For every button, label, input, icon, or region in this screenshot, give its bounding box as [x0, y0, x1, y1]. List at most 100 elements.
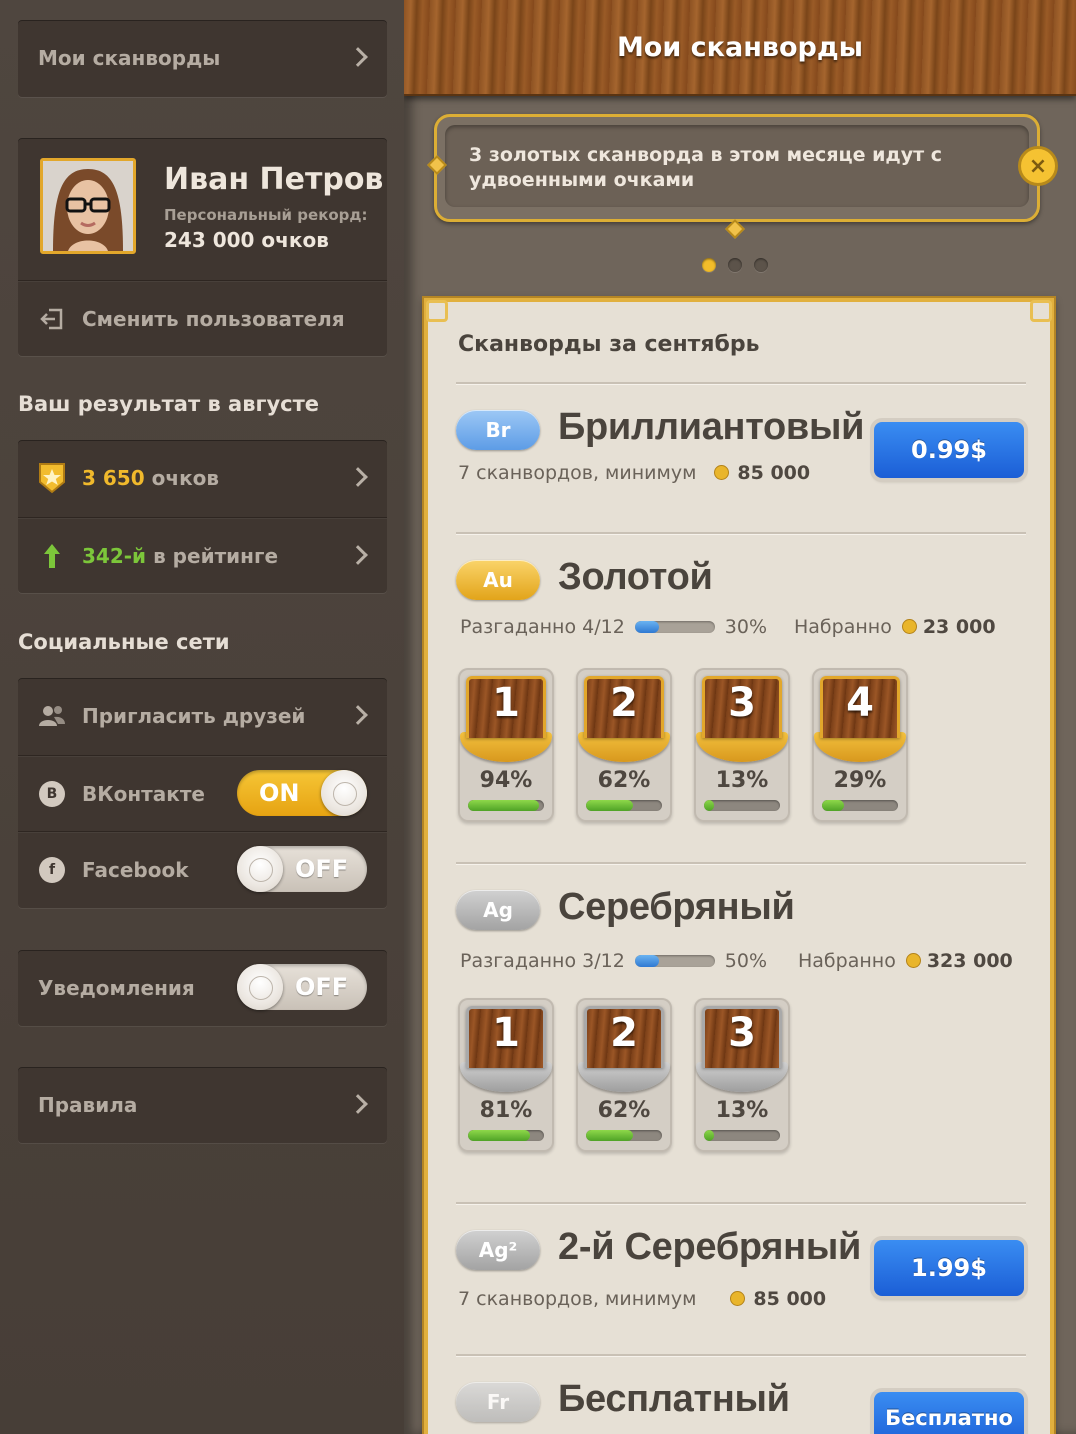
earned-label: Набранно	[798, 950, 896, 972]
plaque-icon: 4	[814, 676, 906, 762]
gold-progress: Разгаданно 4/12 30%	[460, 616, 767, 638]
tier-name: Серебряный	[558, 886, 795, 928]
switch-user-label: Сменить пользователя	[82, 306, 345, 331]
august-heading: Ваш результат в августе	[18, 392, 320, 416]
free-button[interactable]: Бесплатно	[874, 1392, 1024, 1434]
facebook-toggle[interactable]: OFF	[237, 845, 367, 892]
progress-bar-fill	[634, 621, 659, 633]
tile-progress-fill	[704, 1130, 714, 1141]
chevron-right-icon	[348, 467, 368, 487]
earned-label: Набранно	[794, 616, 892, 638]
solved-count: 3/12	[582, 950, 625, 972]
scanword-tile[interactable]: 4 29%	[812, 668, 908, 822]
tile-progress-fill	[468, 800, 540, 811]
tile-number: 4	[846, 680, 874, 726]
rating-row[interactable]: 342-й в рейтинге	[18, 517, 387, 593]
my-scanwords-block: Мои сканворды	[18, 20, 387, 97]
card-title: Сканворды за сентябрь	[458, 332, 760, 357]
notifications-toggle-state: OFF	[295, 973, 349, 1001]
points-value: 3 650	[82, 466, 145, 490]
promo-banner[interactable]: 3 золотых сканворда в этом месяце идут с…	[434, 114, 1040, 222]
silver-earned: Набранно 323 000	[798, 950, 1013, 972]
tile-progress-bar	[586, 800, 662, 811]
tier-name: Бесплатный	[558, 1378, 790, 1420]
pager-dot[interactable]	[728, 258, 742, 272]
points-unit: очков	[151, 466, 220, 490]
tier-name: 2-й Серебряный	[558, 1226, 862, 1268]
record-label: Персональный рекорд:	[164, 206, 368, 224]
tile-percent: 62%	[597, 768, 651, 793]
notifications-toggle[interactable]: OFF	[237, 964, 367, 1010]
top-bar: Мои сканворды	[404, 0, 1076, 96]
tier-name: Бриллиантовый	[558, 406, 865, 448]
solved-count: 4/12	[582, 616, 625, 638]
divider	[456, 382, 1026, 384]
people-icon	[38, 705, 66, 727]
tile-number: 1	[492, 1010, 520, 1056]
plaque-icon: 2	[578, 676, 670, 762]
user-name: Иван Петров	[164, 162, 384, 197]
main-panel: Мои сканворды 3 золотых сканворда в этом…	[404, 0, 1076, 1434]
tile-progress-bar	[586, 1130, 662, 1141]
scanword-tile[interactable]: 2 62%	[576, 668, 672, 822]
coin-icon	[905, 953, 921, 968]
rules-button[interactable]: Правила	[18, 1067, 387, 1143]
scanword-tile[interactable]: 3 13%	[694, 668, 790, 822]
tile-progress-fill	[586, 800, 634, 811]
vk-label: ВКонтакте	[82, 781, 205, 806]
my-scanwords-button[interactable]: Мои сканворды	[18, 20, 387, 96]
tier-info-text: 7 сканвордов, минимум	[458, 462, 697, 484]
scanword-tile[interactable]: 1 94%	[458, 668, 554, 822]
my-scanwords-label: Мои сканворды	[38, 46, 221, 70]
tier-badge-ag: Ag	[456, 890, 540, 930]
tile-number: 2	[610, 680, 638, 726]
plaque-icon: 3	[696, 676, 788, 762]
facebook-toggle-state: OFF	[295, 854, 349, 883]
switch-user-button[interactable]: Сменить пользователя	[18, 280, 387, 356]
toggle-knob	[237, 964, 283, 1010]
solved-label: Разгаданно	[460, 616, 577, 638]
tile-progress-bar	[468, 1130, 544, 1141]
avatar[interactable]	[40, 158, 136, 254]
star-shield-icon	[38, 462, 66, 494]
vk-icon: B	[39, 780, 65, 807]
facebook-label: Facebook	[82, 857, 189, 882]
buy-button[interactable]: 1.99$	[874, 1240, 1024, 1296]
rating-value: 342-й	[82, 543, 147, 568]
corner-ornament-icon	[1030, 300, 1052, 322]
tier-min-points: 85 000	[753, 1288, 827, 1310]
invite-friends-button[interactable]: Пригласить друзей	[18, 678, 387, 754]
tier-badge-br: Br	[456, 410, 540, 450]
tile-progress-fill	[704, 800, 714, 811]
chevron-right-icon	[348, 1094, 368, 1114]
scanword-tile[interactable]: 2 62%	[576, 998, 672, 1152]
scanword-tile[interactable]: 1 81%	[458, 998, 554, 1152]
solved-label: Разгаданно	[460, 950, 577, 972]
scanword-tile[interactable]: 3 13%	[694, 998, 790, 1152]
pager-dots	[702, 258, 768, 272]
coin-icon	[730, 1291, 746, 1306]
vk-toggle[interactable]: ON	[237, 769, 367, 816]
tile-progress-bar	[822, 800, 898, 811]
vk-row: B ВКонтакте ON	[18, 755, 387, 831]
tier-info-text: 7 сканвордов, минимум	[458, 1288, 697, 1310]
divider	[456, 1354, 1026, 1356]
buy-button[interactable]: 0.99$	[874, 422, 1024, 478]
tile-percent: 81%	[479, 1098, 533, 1123]
points-row[interactable]: 3 650 очков	[18, 440, 387, 516]
pager-dot[interactable]	[702, 258, 716, 272]
invite-friends-label: Пригласить друзей	[82, 704, 306, 728]
tile-number: 2	[610, 1010, 638, 1056]
progress-bar-fill	[634, 955, 659, 967]
close-icon[interactable]: ×	[1018, 146, 1058, 186]
rules-label: Правила	[38, 1093, 138, 1117]
tile-progress-fill	[822, 800, 845, 811]
plaque-icon: 1	[460, 676, 552, 762]
august-results-block: 3 650 очков 342-й в рейтинге	[18, 440, 387, 593]
earned-points: 323 000	[926, 950, 1013, 972]
progress-bar	[634, 621, 715, 633]
earned-points: 23 000	[922, 616, 996, 638]
pager-dot[interactable]	[754, 258, 768, 272]
toggle-knob	[321, 769, 367, 816]
tier-info: 7 сканвордов, минимум 85 000	[458, 1288, 826, 1310]
